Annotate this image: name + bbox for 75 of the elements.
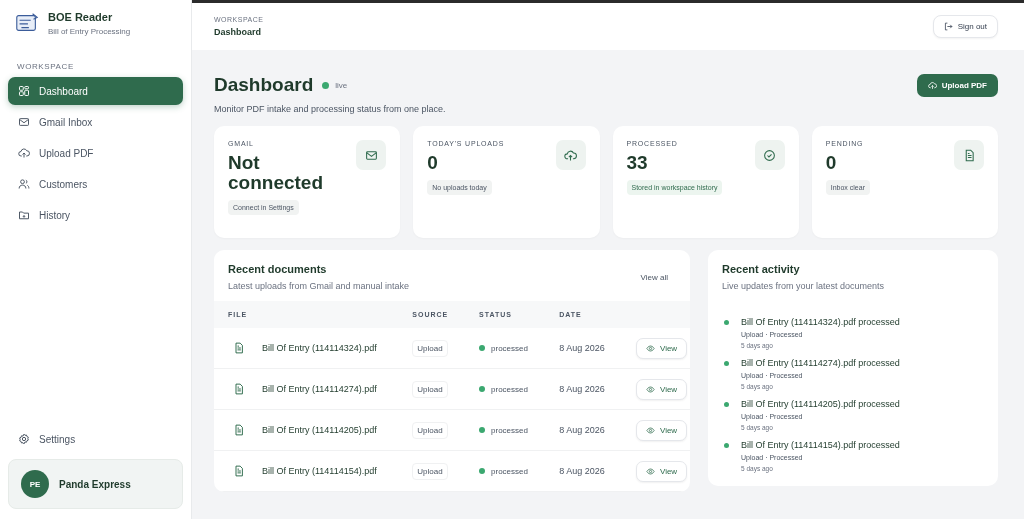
activity-title: Bill Of Entry (114114154).pdf processed [741, 440, 900, 450]
source-tag: Upload [412, 381, 448, 398]
status-text: processed [491, 466, 528, 476]
dashboard-heading: Dashboard [214, 74, 314, 96]
sidebar-item[interactable]: History [8, 201, 183, 229]
folder-icon [18, 209, 30, 221]
cloud-upload-icon [18, 147, 30, 159]
source-tag: Upload [412, 340, 448, 357]
activity-title: Bill Of Entry (114114205).pdf processed [741, 399, 900, 409]
card-subtitle: Live updates from your latest documents [722, 281, 886, 291]
status-text: processed [491, 384, 528, 394]
dashboard-subtitle: Monitor PDF intake and processing status from one place. [214, 104, 446, 114]
stat-value: Not connected [228, 153, 325, 193]
settings-link[interactable]: Settings [8, 425, 183, 453]
live-dot [322, 81, 330, 89]
date-text: 8 Aug 2026 [559, 466, 605, 476]
sign-out-icon [943, 22, 953, 31]
view-button[interactable]: View [635, 419, 688, 441]
sidebar-item[interactable]: Dashboard [8, 77, 183, 105]
date-text: 8 Aug 2026 [559, 343, 605, 353]
activity-title: Bill Of Entry (114114324).pdf processed [741, 317, 900, 327]
stat-value: 0 [825, 153, 837, 173]
sidebar-item[interactable]: Upload PDF [8, 139, 183, 167]
status-text: processed [491, 343, 528, 353]
check-circle-icon [763, 148, 777, 162]
settings-icon [18, 433, 30, 445]
file-name: Bill Of Entry (114114324).pdf [262, 343, 377, 353]
status-dot [479, 345, 486, 351]
user-card[interactable]: PE Panda Express [8, 459, 183, 509]
upload-pdf-button[interactable]: Upload PDF [916, 74, 998, 97]
eye-icon [645, 466, 655, 476]
grid-icon [18, 85, 30, 97]
file-name: Bill Of Entry (114114205).pdf [262, 425, 377, 435]
user-name: Panda Express [59, 478, 131, 490]
eye-icon [645, 425, 655, 435]
cloud-upload-icon [927, 81, 937, 90]
card-subtitle: Latest uploads from Gmail and manual intake [228, 281, 410, 291]
source-tag: Upload [412, 463, 448, 480]
activity-dot [724, 361, 729, 366]
envelope-icon [18, 116, 30, 128]
file-name: Bill Of Entry (114114274).pdf [262, 384, 377, 394]
view-button[interactable]: View [635, 337, 688, 359]
sidebar-item[interactable]: Gmail Inbox [8, 108, 183, 136]
source-tag: Upload [412, 422, 448, 439]
card-title: Recent activity [722, 263, 801, 275]
sign-out-button[interactable]: Sign out [932, 15, 998, 38]
status-text: processed [491, 425, 528, 435]
date-text: 8 Aug 2026 [559, 425, 605, 435]
section-label: WORKSPACE [16, 61, 75, 73]
stat-value: 33 [626, 153, 648, 173]
status-dot [479, 427, 486, 433]
people-icon [18, 178, 30, 190]
envelope-icon [364, 148, 378, 162]
card-title: Recent documents [228, 263, 328, 275]
view-all-link[interactable]: View all [640, 272, 668, 282]
activity-title: Bill Of Entry (114114274).pdf processed [741, 358, 900, 368]
user-avatar: PE [21, 470, 49, 498]
view-button[interactable]: View [635, 460, 688, 482]
page-title: Dashboard [214, 27, 262, 37]
eye-icon [645, 384, 655, 394]
eye-icon [645, 343, 655, 353]
app-name: BOE Reader [48, 10, 114, 23]
cloud-upload-icon [564, 148, 577, 162]
view-button[interactable]: View [635, 378, 688, 400]
status-dot [479, 386, 486, 392]
activity-dot [724, 320, 729, 325]
live-label: live [335, 80, 348, 90]
sidebar-item[interactable]: Customers [8, 170, 183, 198]
status-dot [479, 468, 486, 474]
activity-dot [724, 402, 729, 407]
app-subtitle: Bill of Entry Processing [48, 26, 131, 36]
file-name: Bill Of Entry (114114154).pdf [262, 466, 377, 476]
date-text: 8 Aug 2026 [559, 384, 605, 394]
stat-value: 0 [427, 153, 438, 173]
activity-dot [724, 443, 729, 448]
